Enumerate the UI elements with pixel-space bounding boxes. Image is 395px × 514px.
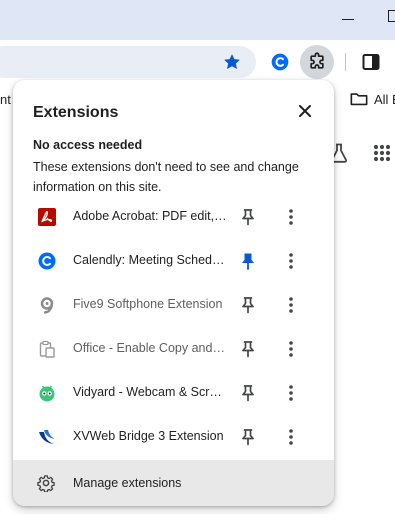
bookmark-item-fragment[interactable]: nt xyxy=(0,92,11,107)
office-clipboard-icon xyxy=(39,340,55,358)
more-options-icon[interactable] xyxy=(281,295,301,315)
calendly-icon xyxy=(38,252,56,270)
side-panel-icon[interactable] xyxy=(362,53,380,71)
pin-icon[interactable] xyxy=(238,339,258,359)
pin-icon[interactable] xyxy=(238,427,258,447)
extension-name: Vidyard - Webcam & Scree... xyxy=(73,385,227,399)
extension-name: Office - Enable Copy and P... xyxy=(73,341,227,355)
manage-extensions-button[interactable]: Manage extensions xyxy=(13,460,334,506)
pin-icon[interactable] xyxy=(238,207,258,227)
more-options-icon[interactable] xyxy=(281,207,301,227)
extensions-menu: Extensions No access needed These extens… xyxy=(13,80,334,506)
address-bar[interactable] xyxy=(0,46,256,78)
adobe-acrobat-icon xyxy=(38,208,56,226)
five9-icon xyxy=(40,297,54,314)
gear-icon xyxy=(37,475,55,492)
vidyard-icon xyxy=(39,385,55,402)
xvweb-icon xyxy=(39,430,55,444)
pin-icon[interactable] xyxy=(238,295,258,315)
more-options-icon[interactable] xyxy=(281,339,301,359)
restore-icon[interactable] xyxy=(388,10,395,22)
toolbar-divider xyxy=(345,53,346,71)
apps-grid-icon[interactable] xyxy=(372,143,392,163)
popup-title: Extensions xyxy=(33,104,119,121)
extension-name: Adobe Acrobat: PDF edit, c... xyxy=(73,209,227,223)
extension-row-five9[interactable]: Five9 Softphone Extension xyxy=(13,283,334,327)
close-icon[interactable] xyxy=(296,102,314,120)
extension-name: XVWeb Bridge 3 Extension xyxy=(73,429,224,443)
calendly-toolbar-icon[interactable] xyxy=(270,52,290,72)
minimize-icon[interactable] xyxy=(342,19,354,20)
more-options-icon[interactable] xyxy=(281,383,301,403)
extension-row-calendly[interactable]: Calendly: Meeting Schedul... xyxy=(13,239,334,283)
bookmark-star-icon[interactable] xyxy=(222,52,242,72)
pinned-icon[interactable] xyxy=(238,251,258,271)
extension-row-office[interactable]: Office - Enable Copy and P... xyxy=(13,327,334,371)
folder-icon xyxy=(350,93,368,106)
extensions-button[interactable] xyxy=(300,45,334,79)
puzzle-icon xyxy=(310,52,324,69)
manage-extensions-label: Manage extensions xyxy=(73,476,182,490)
section-title: No access needed xyxy=(33,138,143,152)
more-options-icon[interactable] xyxy=(281,251,301,271)
pin-icon[interactable] xyxy=(238,383,258,403)
extension-row-vidyard[interactable]: Vidyard - Webcam & Scree... xyxy=(13,371,334,415)
all-bookmarks-link[interactable]: All B xyxy=(374,92,395,107)
section-description: These extensions don't need to see and c… xyxy=(33,160,299,194)
more-options-icon[interactable] xyxy=(281,427,301,447)
extension-name: Five9 Softphone Extension xyxy=(73,297,223,311)
browser-window: nt All B Extensions No access needed The… xyxy=(0,0,395,514)
extension-row-adobe-acrobat[interactable]: Adobe Acrobat: PDF edit, c... xyxy=(13,195,334,239)
title-bar xyxy=(0,0,395,40)
extension-name: Calendly: Meeting Schedul... xyxy=(73,253,227,267)
extension-row-xvweb[interactable]: XVWeb Bridge 3 Extension xyxy=(13,415,334,459)
